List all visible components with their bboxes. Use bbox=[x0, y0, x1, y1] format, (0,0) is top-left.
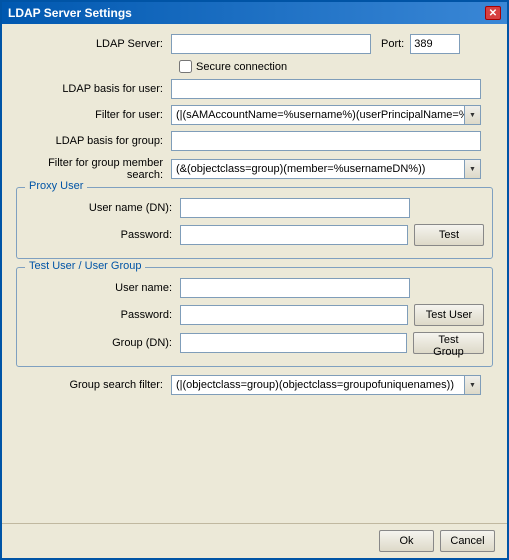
proxy-username-input[interactable] bbox=[180, 198, 410, 218]
test-group-label: Group (DN): bbox=[25, 337, 180, 349]
group-search-filter-value: (|(objectclass=group)(objectclass=groupo… bbox=[172, 379, 464, 391]
proxy-user-content: User name (DN): Password: Test bbox=[25, 198, 484, 246]
port-label: Port: bbox=[381, 38, 404, 50]
secure-connection-row: Secure connection bbox=[179, 60, 493, 73]
secure-connection-checkbox[interactable] bbox=[179, 60, 192, 73]
title-bar: LDAP Server Settings ✕ bbox=[2, 2, 507, 24]
proxy-password-row: Password: Test bbox=[25, 224, 484, 246]
filter-user-dropdown-btn[interactable] bbox=[464, 106, 480, 124]
test-user-title: Test User / User Group bbox=[25, 260, 145, 272]
proxy-user-title: Proxy User bbox=[25, 180, 87, 192]
ldap-server-row: LDAP Server: Port: bbox=[16, 34, 493, 54]
filter-group-row: Filter for group member search: (&(objec… bbox=[16, 157, 493, 181]
group-search-filter-row: Group search filter: (|(objectclass=grou… bbox=[16, 375, 493, 395]
group-search-filter-combo[interactable]: (|(objectclass=group)(objectclass=groupo… bbox=[171, 375, 481, 395]
ldap-basis-group-input[interactable] bbox=[171, 131, 481, 151]
test-password-input[interactable] bbox=[180, 305, 408, 325]
proxy-username-row: User name (DN): bbox=[25, 198, 484, 218]
filter-group-dropdown-btn[interactable] bbox=[464, 160, 480, 178]
close-button[interactable]: ✕ bbox=[485, 6, 501, 20]
test-user-button[interactable]: Test User bbox=[414, 304, 484, 326]
secure-connection-label: Secure connection bbox=[196, 61, 287, 73]
proxy-user-group: Proxy User User name (DN): Password: Tes… bbox=[16, 187, 493, 259]
ldap-basis-group-label: LDAP basis for group: bbox=[16, 135, 171, 147]
port-input[interactable] bbox=[410, 34, 460, 54]
filter-group-value: (&(objectclass=group)(member=%usernameDN… bbox=[172, 163, 464, 175]
ldap-basis-user-label: LDAP basis for user: bbox=[16, 83, 171, 95]
proxy-test-button[interactable]: Test bbox=[414, 224, 484, 246]
dialog-title: LDAP Server Settings bbox=[8, 6, 132, 20]
bottom-bar: Ok Cancel bbox=[2, 523, 507, 558]
ldap-server-input[interactable] bbox=[171, 34, 371, 54]
proxy-username-label: User name (DN): bbox=[25, 202, 180, 214]
form-content: LDAP Server: Port: Secure connection LDA… bbox=[2, 24, 507, 523]
ldap-basis-group-row: LDAP basis for group: bbox=[16, 131, 493, 151]
ldap-basis-user-row: LDAP basis for user: bbox=[16, 79, 493, 99]
group-search-filter-dropdown-btn[interactable] bbox=[464, 376, 480, 394]
test-group-input[interactable] bbox=[180, 333, 407, 353]
filter-group-label: Filter for group member search: bbox=[16, 157, 171, 181]
filter-user-value: (|(sAMAccountName=%username%)(userPrinci… bbox=[172, 109, 464, 121]
ldap-settings-dialog: LDAP Server Settings ✕ LDAP Server: Port… bbox=[0, 0, 509, 560]
test-user-content: User name: Password: Test User Group (DN… bbox=[25, 278, 484, 354]
proxy-password-input[interactable] bbox=[180, 225, 408, 245]
ldap-basis-user-input[interactable] bbox=[171, 79, 481, 99]
test-group-row: Group (DN): Test Group bbox=[25, 332, 484, 354]
ok-button[interactable]: Ok bbox=[379, 530, 434, 552]
filter-user-row: Filter for user: (|(sAMAccountName=%user… bbox=[16, 105, 493, 125]
test-group-button[interactable]: Test Group bbox=[413, 332, 484, 354]
test-username-row: User name: bbox=[25, 278, 484, 298]
filter-group-combo[interactable]: (&(objectclass=group)(member=%usernameDN… bbox=[171, 159, 481, 179]
test-username-label: User name: bbox=[25, 282, 180, 294]
cancel-button[interactable]: Cancel bbox=[440, 530, 495, 552]
proxy-password-label: Password: bbox=[25, 229, 180, 241]
ldap-server-label: LDAP Server: bbox=[16, 38, 171, 50]
group-search-filter-label: Group search filter: bbox=[16, 379, 171, 391]
filter-user-label: Filter for user: bbox=[16, 109, 171, 121]
filter-user-combo[interactable]: (|(sAMAccountName=%username%)(userPrinci… bbox=[171, 105, 481, 125]
test-user-group: Test User / User Group User name: Passwo… bbox=[16, 267, 493, 367]
test-password-label: Password: bbox=[25, 309, 180, 321]
test-password-row: Password: Test User bbox=[25, 304, 484, 326]
test-username-input[interactable] bbox=[180, 278, 410, 298]
